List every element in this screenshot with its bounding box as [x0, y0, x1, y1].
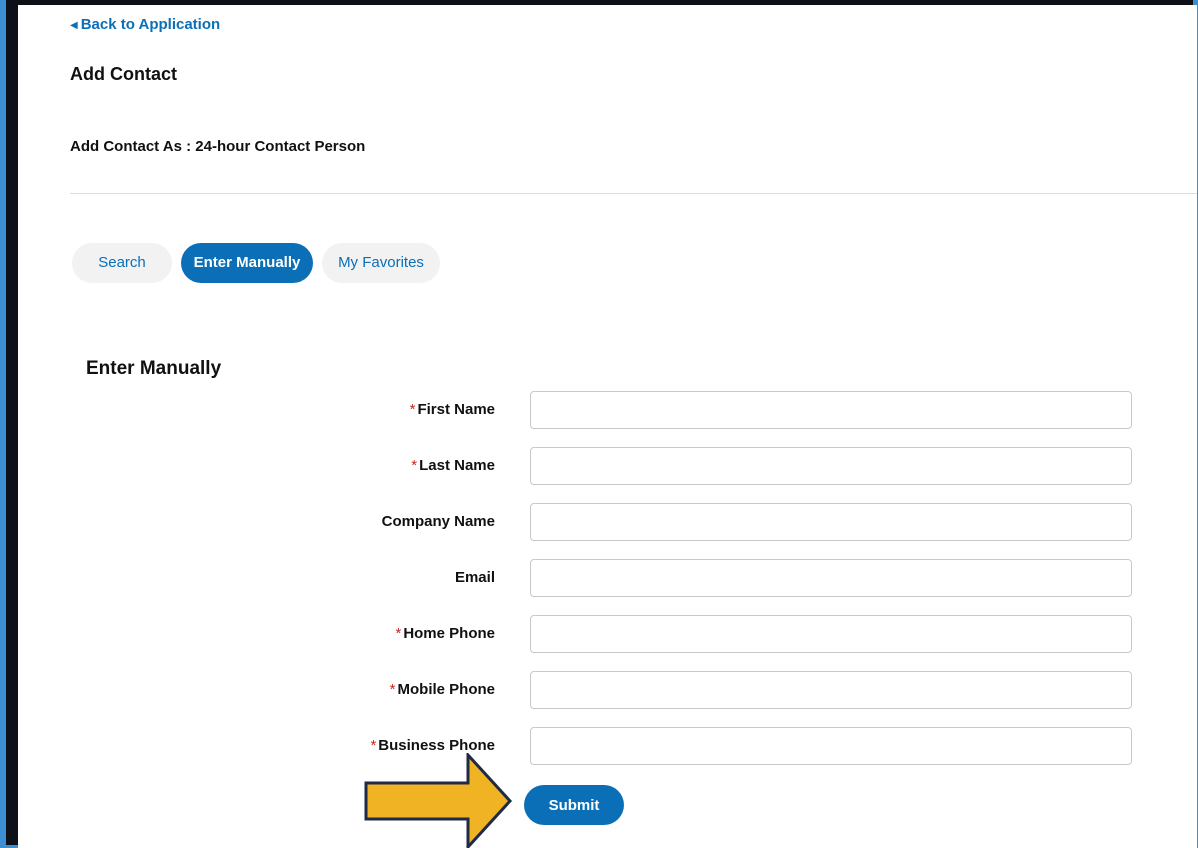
- last-name-label-text: Last Name: [419, 457, 495, 474]
- add-contact-page: ◀ Back to Application Add Contact Add Con…: [18, 5, 1197, 848]
- submit-button[interactable]: Submit: [524, 785, 624, 825]
- business-phone-label: * Business Phone: [295, 737, 495, 754]
- arrow-right-icon: [364, 753, 513, 848]
- email-label: Email: [295, 569, 495, 586]
- add-contact-as: Add Contact As : 24-hour Contact Person: [70, 138, 365, 155]
- home-phone-input[interactable]: [530, 615, 1132, 653]
- home-phone-label: * Home Phone: [295, 625, 495, 642]
- required-marker: *: [370, 737, 377, 754]
- mobile-phone-label: * Mobile Phone: [295, 681, 495, 698]
- email-label-text: Email: [454, 569, 495, 586]
- back-link-label: Back to Application: [80, 16, 221, 33]
- required-marker: *: [411, 457, 418, 474]
- tab-enter-manually[interactable]: Enter Manually: [181, 243, 313, 283]
- required-marker: *: [395, 625, 402, 642]
- business-phone-label-text: Business Phone: [378, 737, 495, 754]
- first-name-input[interactable]: [530, 391, 1132, 429]
- first-name-label-text: First Name: [417, 401, 495, 418]
- required-marker: *: [409, 401, 416, 418]
- business-phone-input[interactable]: [530, 727, 1132, 765]
- caret-left-icon: ◀: [70, 20, 78, 31]
- add-contact-as-label: Add Contact As: [70, 138, 182, 155]
- mobile-phone-input[interactable]: [530, 671, 1132, 709]
- page-title: Add Contact: [70, 64, 177, 84]
- section-title: Enter Manually: [86, 358, 222, 379]
- required-marker: *: [389, 681, 396, 698]
- header-divider: [70, 193, 1197, 194]
- home-phone-label-text: Home Phone: [403, 625, 495, 642]
- mobile-phone-label-text: Mobile Phone: [397, 681, 496, 698]
- tab-my-favorites[interactable]: My Favorites: [322, 243, 440, 283]
- first-name-label: * First Name: [295, 401, 495, 418]
- company-name-input[interactable]: [530, 503, 1132, 541]
- screenshot-frame: ◀ Back to Application Add Contact Add Con…: [6, 0, 1197, 848]
- company-name-label-text: Company Name: [381, 513, 495, 530]
- company-name-label: Company Name: [295, 513, 495, 530]
- last-name-label: * Last Name: [295, 457, 495, 474]
- email-input[interactable]: [530, 559, 1132, 597]
- tab-search[interactable]: Search: [72, 243, 172, 283]
- add-contact-as-value: : 24-hour Contact Person: [186, 138, 366, 155]
- last-name-input[interactable]: [530, 447, 1132, 485]
- back-to-application-link[interactable]: ◀ Back to Application: [70, 16, 220, 33]
